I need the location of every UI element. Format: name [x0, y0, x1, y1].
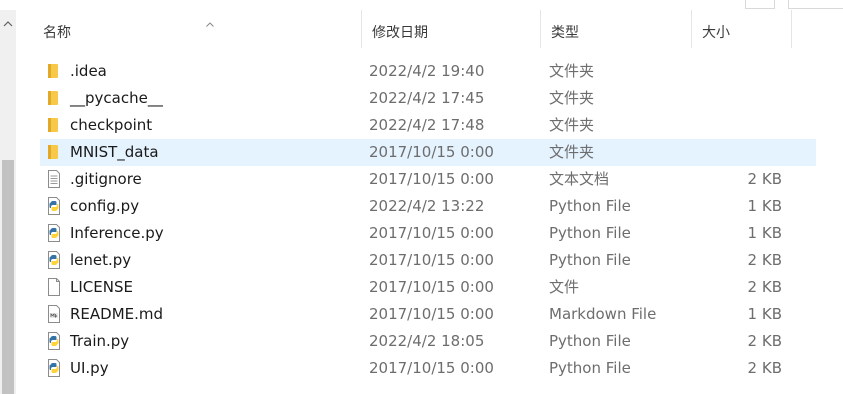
python-file-icon	[46, 197, 62, 215]
python-file-icon	[46, 359, 62, 377]
file-row[interactable]: UI.py 2017/10/15 0:00 Python File 2 KB	[40, 355, 816, 382]
python-file-icon	[46, 224, 62, 242]
file-type: Python File	[549, 197, 631, 215]
file-modified-date: 2022/4/2 19:40	[369, 62, 485, 80]
file-type: 文件夹	[549, 143, 595, 161]
file-row[interactable]: .gitignore 2017/10/15 0:00 文本文档 2 KB	[40, 166, 816, 193]
file-row[interactable]: Train.py 2022/4/2 18:05 Python File 2 KB	[40, 328, 816, 355]
folder-icon	[46, 89, 62, 107]
folder-icon	[46, 143, 62, 161]
column-header-modified[interactable]: 修改日期	[362, 10, 541, 48]
python-file-icon	[46, 332, 62, 350]
search-box-fragment[interactable]	[788, 0, 843, 9]
file-type: 文本文档	[549, 170, 610, 188]
file-name: .gitignore	[70, 170, 142, 188]
file-modified-date: 2017/10/15 0:00	[369, 251, 494, 269]
folder-icon	[46, 116, 62, 134]
file-type: Python File	[549, 332, 631, 350]
column-header-size[interactable]: 大小	[692, 10, 792, 48]
file-type: Markdown File	[549, 305, 657, 323]
file-name: MNIST_data	[70, 143, 159, 161]
file-size: 2 KB	[747, 332, 782, 350]
file-name: README.md	[70, 305, 164, 323]
file-type: 文件	[549, 278, 580, 296]
file-modified-date: 2017/10/15 0:00	[369, 143, 494, 161]
markdown-file-icon	[46, 305, 62, 323]
file-row[interactable]: lenet.py 2017/10/15 0:00 Python File 2 KB	[40, 247, 816, 274]
file-name: LICENSE	[70, 278, 133, 296]
file-type: 文件夹	[549, 62, 595, 80]
file-size: 1 KB	[747, 305, 782, 323]
file-modified-date: 2022/4/2 17:48	[369, 116, 485, 134]
file-modified-date: 2017/10/15 0:00	[369, 170, 494, 188]
python-file-icon	[46, 251, 62, 269]
file-size: 2 KB	[747, 251, 782, 269]
file-row[interactable]: __pycache__ 2022/4/2 17:45 文件夹	[40, 85, 816, 112]
file-size: 2 KB	[747, 170, 782, 188]
file-type: 文件夹	[549, 116, 595, 134]
column-header-name[interactable]: 名称	[33, 10, 362, 48]
file-modified-date: 2017/10/15 0:00	[369, 305, 494, 323]
file-name: checkpoint	[70, 116, 153, 134]
file-row[interactable]: config.py 2022/4/2 13:22 Python File 1 KB	[40, 193, 816, 220]
file-row[interactable]: .idea 2022/4/2 19:40 文件夹	[40, 58, 816, 85]
file-modified-date: 2022/4/2 18:05	[369, 332, 485, 350]
navigation-pane-scrollbar[interactable]	[0, 10, 16, 394]
file-name: Inference.py	[70, 224, 164, 242]
scroll-up-arrow-icon[interactable]	[3, 20, 13, 30]
file-modified-date: 2017/10/15 0:00	[369, 359, 494, 377]
file-name: config.py	[70, 197, 140, 215]
scrollbar-thumb[interactable]	[2, 160, 14, 394]
top-toolbar-edge	[0, 0, 843, 10]
file-name: .idea	[70, 62, 107, 80]
column-header-row: 名称 修改日期 类型 大小	[16, 10, 792, 48]
file-explorer-window: 名称 修改日期 类型 大小 .idea 2022/4/2 19:40 文件夹 __py…	[0, 0, 843, 394]
file-modified-date: 2017/10/15 0:00	[369, 224, 494, 242]
column-header-type[interactable]: 类型	[541, 10, 692, 48]
file-size: 2 KB	[747, 359, 782, 377]
file-row[interactable]: LICENSE 2017/10/15 0:00 文件 2 KB	[40, 274, 816, 301]
blank-file-icon	[46, 278, 62, 296]
file-modified-date: 2017/10/15 0:00	[369, 278, 494, 296]
file-modified-date: 2022/4/2 13:22	[369, 197, 485, 215]
file-row[interactable]: Inference.py 2017/10/15 0:00 Python File 1 …	[40, 220, 816, 247]
file-size: 1 KB	[747, 224, 782, 242]
file-type: Python File	[549, 224, 631, 242]
file-name: Train.py	[70, 332, 130, 350]
file-row[interactable]: checkpoint 2022/4/2 17:48 文件夹	[40, 112, 816, 139]
file-modified-date: 2022/4/2 17:45	[369, 89, 485, 107]
file-size: 1 KB	[747, 197, 782, 215]
file-name: __pycache__	[70, 89, 163, 107]
toolbar-button-fragment[interactable]	[745, 0, 775, 9]
file-name: lenet.py	[70, 251, 132, 269]
file-type: Python File	[549, 251, 631, 269]
file-type: 文件夹	[549, 89, 595, 107]
file-type: Python File	[549, 359, 631, 377]
file-row[interactable]: README.md 2017/10/15 0:00 Markdown File 1 K…	[40, 301, 816, 328]
text-file-icon	[46, 170, 62, 188]
file-name: UI.py	[70, 359, 109, 377]
folder-icon	[46, 62, 62, 80]
file-size: 2 KB	[747, 278, 782, 296]
file-row[interactable]: MNIST_data 2017/10/15 0:00 文件夹	[40, 139, 816, 166]
